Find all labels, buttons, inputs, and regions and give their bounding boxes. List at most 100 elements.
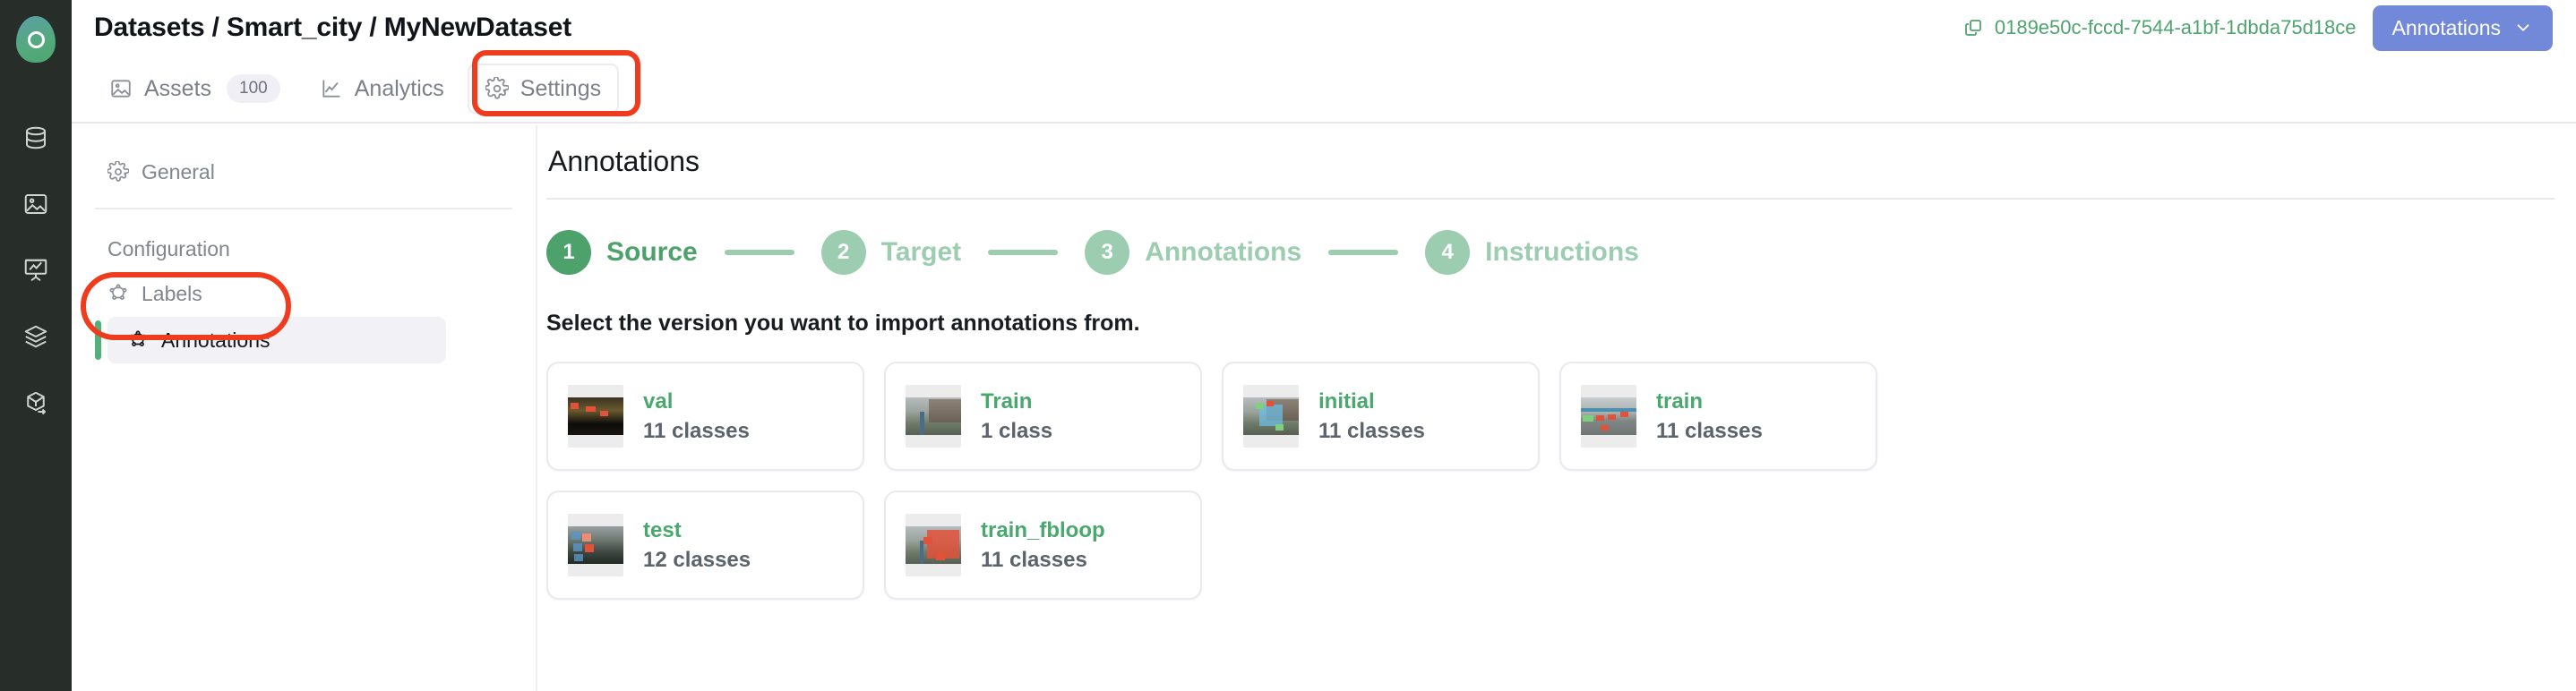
copy-icon	[1962, 17, 1984, 38]
sidebar-item-labels-label: Labels	[142, 281, 202, 305]
version-thumbnail	[1581, 385, 1636, 448]
step-instructions-number: 4	[1425, 230, 1471, 275]
version-thumbnail	[1243, 385, 1299, 448]
tab-analytics[interactable]: Analytics	[304, 64, 460, 114]
rail-icon-list	[13, 115, 59, 426]
layers-icon	[22, 323, 49, 350]
bbox	[1608, 414, 1616, 420]
page-header: Datasets / Smart_city / MyNewDataset 018…	[72, 0, 2576, 55]
gear-icon	[485, 77, 509, 100]
sidebar-item-annotations[interactable]: Annotations	[95, 317, 446, 363]
version-name: initial	[1318, 388, 1375, 414]
version-thumbnail	[568, 385, 623, 448]
app-root: Datasets / Smart_city / MyNewDataset 018…	[0, 0, 2576, 691]
version-meta: initial 11 classes	[1318, 389, 1425, 444]
bbox	[1275, 424, 1284, 431]
road-divider	[920, 412, 924, 435]
version-meta: val 11 classes	[643, 389, 750, 444]
tab-analytics-label: Analytics	[354, 75, 444, 101]
bbox	[571, 403, 579, 409]
analytics-icon	[320, 77, 343, 100]
dataset-tab-bar: Assets 100 Analytics Settings	[72, 55, 2576, 124]
step-target-label: Target	[880, 237, 962, 267]
polygon-icon	[127, 329, 149, 351]
version-thumbnail	[568, 514, 623, 576]
main-content: Annotations 1 Source 2 Target 3 Annotati…	[539, 125, 2576, 691]
tab-assets-badge: 100	[227, 74, 280, 103]
export-box-icon	[22, 389, 49, 416]
tab-assets-label: Assets	[144, 75, 212, 101]
tab-settings-label: Settings	[519, 75, 602, 101]
version-card[interactable]: val 11 classes	[546, 362, 864, 471]
bbox	[923, 537, 932, 544]
image-icon	[22, 191, 49, 218]
bbox	[582, 533, 591, 542]
analytics-icon	[22, 257, 49, 284]
bbox	[571, 532, 580, 540]
app-logo-icon[interactable]	[16, 16, 56, 63]
tab-assets[interactable]: Assets 100	[93, 64, 296, 114]
version-card[interactable]: train 11 classes	[1559, 362, 1877, 471]
tab-settings[interactable]: Settings	[467, 64, 620, 114]
sidebar-item-labels[interactable]: Labels	[95, 270, 512, 317]
version-card-grid: val 11 classes Train 1 class initial 11 …	[539, 337, 1883, 600]
version-class-count: 11 classes	[1318, 418, 1425, 443]
sidebar-divider	[95, 208, 512, 209]
version-class-count: 1 class	[981, 418, 1053, 443]
gear-icon	[107, 161, 129, 183]
step-instructions[interactable]: 4 Instructions	[1425, 230, 1639, 275]
bbox	[600, 411, 608, 416]
rail-item-deploy[interactable]	[13, 380, 59, 426]
version-name: val	[643, 388, 674, 414]
bbox	[936, 553, 945, 560]
sidebar-item-general[interactable]: General	[95, 149, 512, 195]
header-actions: 0189e50c-fccd-7544-a1bf-1dbda75d18ce Ann…	[1962, 4, 2576, 51]
chevron-down-icon	[2513, 18, 2533, 38]
bbox	[573, 543, 582, 551]
dataset-uuid-copy[interactable]: 0189e50c-fccd-7544-a1bf-1dbda75d18ce	[1962, 16, 2357, 39]
page-title: Annotations	[548, 145, 700, 177]
version-meta: train_fbloop 11 classes	[981, 518, 1105, 573]
step-target[interactable]: 2 Target	[820, 230, 962, 275]
bbox	[1596, 415, 1604, 421]
road-divider	[920, 541, 923, 564]
version-card[interactable]: initial 11 classes	[1222, 362, 1540, 471]
version-class-count: 11 classes	[1656, 418, 1763, 443]
step-prompt: Select the version you want to import an…	[546, 311, 1140, 336]
sidebar-item-annotations-label: Annotations	[161, 328, 270, 352]
bbox	[1620, 412, 1628, 417]
version-name: Train	[981, 388, 1033, 414]
breadcrumb: Datasets / Smart_city / MyNewDataset	[94, 13, 572, 42]
rail-item-models[interactable]	[13, 313, 59, 360]
rail-item-analytics[interactable]	[13, 247, 59, 294]
version-card[interactable]: test 12 classes	[546, 491, 864, 600]
version-meta: test 12 classes	[643, 518, 751, 573]
version-meta: train 11 classes	[1656, 389, 1763, 444]
step-instructions-label: Instructions	[1485, 237, 1639, 267]
polygon-icon	[107, 283, 129, 304]
rail-item-assets[interactable]	[13, 181, 59, 227]
sidebar-item-general-label: General	[142, 159, 215, 183]
annotations-dropdown-button[interactable]: Annotations	[2372, 4, 2553, 51]
step-annotations-number: 3	[1085, 230, 1130, 275]
step-annotations[interactable]: 3 Annotations	[1085, 230, 1301, 275]
version-meta: Train 1 class	[981, 389, 1052, 444]
version-name: train_fbloop	[981, 517, 1105, 542]
step-connector	[1328, 250, 1399, 255]
version-class-count: 11 classes	[643, 418, 750, 443]
step-source-number: 1	[546, 230, 591, 275]
step-source[interactable]: 1 Source	[546, 230, 698, 275]
bbox	[585, 544, 594, 552]
version-name: test	[643, 517, 682, 542]
version-thumbnail	[906, 385, 961, 448]
version-class-count: 11 classes	[981, 547, 1087, 572]
bbox	[586, 406, 596, 412]
database-icon	[22, 124, 49, 151]
version-card[interactable]: Train 1 class	[884, 362, 1202, 471]
logo-ring	[27, 30, 45, 48]
version-name: train	[1656, 388, 1704, 414]
version-card[interactable]: train_fbloop 11 classes	[884, 491, 1202, 600]
annotations-dropdown-label: Annotations	[2391, 15, 2501, 39]
version-thumbnail	[906, 514, 961, 576]
rail-item-datasets[interactable]	[13, 115, 59, 161]
